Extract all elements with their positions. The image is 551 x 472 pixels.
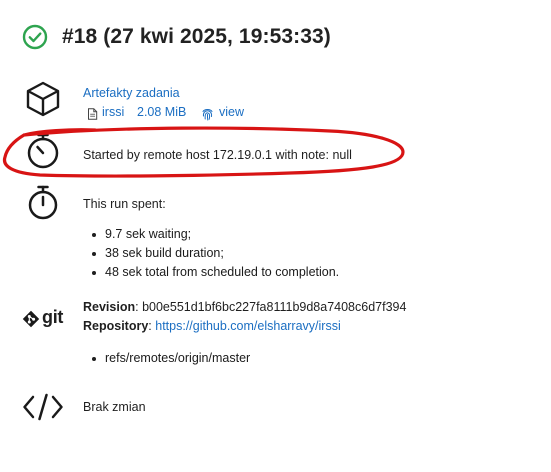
fingerprint-icon[interactable] [201,107,214,121]
branch-list: refs/remotes/origin/master [83,349,250,368]
git-logo-icon [22,310,40,328]
build-cause-text: Started by remote host 172.19.0.1 with n… [83,148,352,162]
revision-label: Revision [83,300,136,314]
timing-item: 48 sek total from scheduled to completio… [83,263,339,282]
timing-item: 38 sek build duration; [83,244,339,263]
code-icon [23,393,63,421]
timer-icon [27,133,59,169]
revision-line: Revision: b00e551d1bf6bc227fa8111b9d8a74… [83,300,407,314]
revision-value: b00e551d1bf6bc227fa8111b9d8a7408c6d7f394 [142,300,407,314]
artifacts-link[interactable]: Artefakty zadania [83,86,180,100]
check-circle-icon [22,24,48,50]
timing-heading: This run spent: [83,197,166,211]
repository-line: Repository: https://github.com/elsharrav… [83,319,341,333]
branch-item: refs/remotes/origin/master [83,349,250,368]
build-header: #18 (27 kwi 2025, 19:53:33) [22,24,331,50]
repository-label: Repository [83,319,149,333]
changes-text: Brak zmian [83,400,146,414]
file-icon [88,108,98,120]
page-title: #18 (27 kwi 2025, 19:53:33) [62,25,331,48]
artifact-file-link[interactable]: irssi [102,105,124,119]
timing-item: 9.7 sek waiting; [83,225,339,244]
artifact-file-size: 2.08 MiB [137,105,187,119]
timing-list: 9.7 sek waiting; 38 sek build duration; … [83,225,339,282]
repository-link[interactable]: https://github.com/elsharravy/irssi [155,319,341,333]
artifact-view-link[interactable]: view [219,105,244,119]
stopwatch-icon [28,185,58,220]
git-logo-text: git [42,307,64,327]
package-icon [26,81,60,117]
